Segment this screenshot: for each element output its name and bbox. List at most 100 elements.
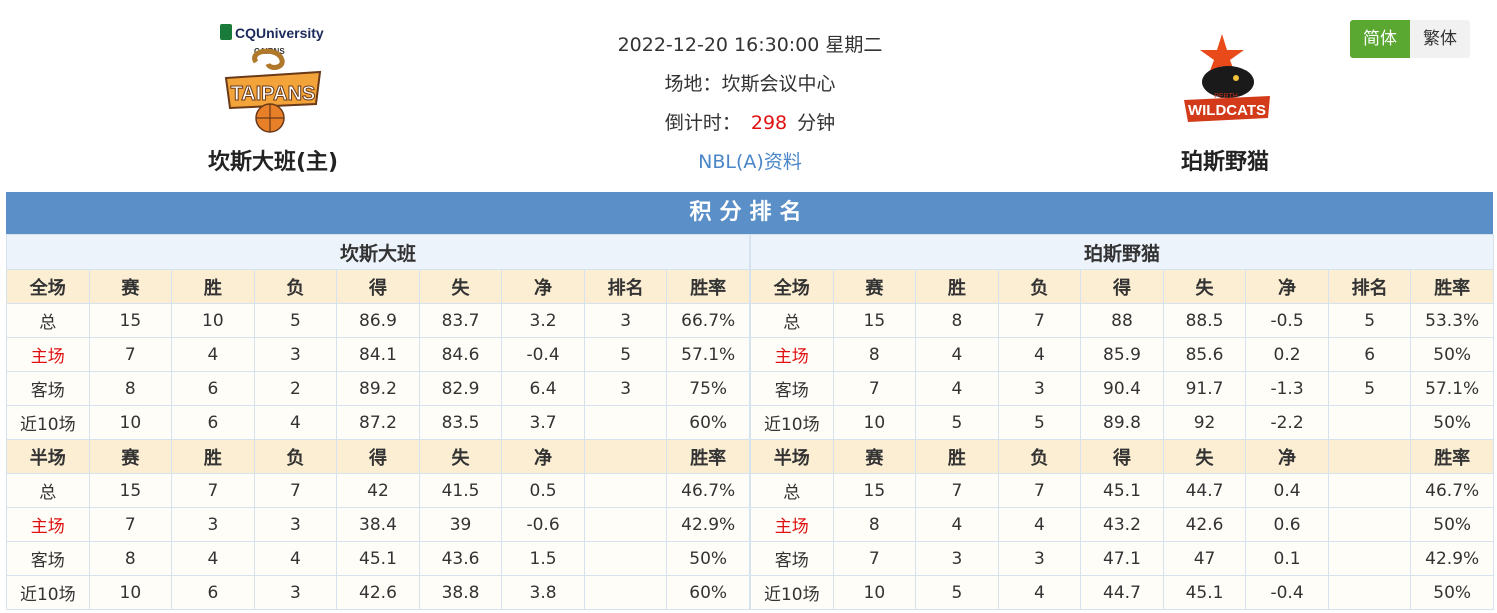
column-header: 失 [1162, 439, 1247, 474]
table-cell: 7 [997, 473, 1082, 508]
column-header: 得 [336, 439, 420, 474]
league-info-link[interactable]: NBL(A)资料 [600, 143, 900, 182]
column-header-row: 全场赛胜负得失净排名 胜率 [6, 269, 750, 304]
column-header: 负 [997, 439, 1082, 474]
column-header: 胜 [171, 439, 255, 474]
table-cell: 15 [88, 303, 173, 338]
match-countdown: 倒计时： 298 分钟 [600, 104, 900, 143]
taipans-logo-icon: CQUniversity CAIRNS TAIPANS [220, 24, 324, 133]
table-cell: 3 [997, 371, 1082, 406]
table-cell: 47.1 [1080, 541, 1164, 576]
standings-section-title: 积分排名 [6, 192, 1493, 234]
table-cell: 客场 [6, 541, 90, 576]
table-cell: 85.6 [1162, 337, 1247, 372]
table-cell: 5 [997, 405, 1082, 440]
table-row: 主场 7 4 3 84.1 84.6 -0.4 5 57.1% [6, 337, 750, 372]
table-cell: 7 [832, 541, 917, 576]
table-cell: 总 [6, 473, 90, 508]
column-header: 得 [336, 269, 420, 304]
table-cell: 总 [750, 303, 834, 338]
table-cell: 8 [88, 541, 173, 576]
table-cell: 15 [832, 473, 917, 508]
table-cell: 7 [171, 473, 255, 508]
table-cell: 41.5 [418, 473, 503, 508]
svg-text:WILDCATS: WILDCATS [1188, 102, 1266, 119]
table-cell: 近10场 [750, 575, 834, 610]
column-header: 胜 [915, 439, 999, 474]
table-cell [1327, 405, 1412, 440]
table-cell: 88.5 [1162, 303, 1247, 338]
table-cell: 7 [832, 371, 917, 406]
wildcats-logo-icon: PERTH WILDCATS [1184, 34, 1270, 122]
countdown-value: 298 [750, 112, 788, 134]
table-cell: 4 [915, 337, 999, 372]
table-row: 总 15 10 5 86.9 83.7 3.2 3 66.7% [6, 303, 750, 338]
match-info: 2022-12-20 16:30:00 星期二 场地：坎斯会议中心 倒计时： 29… [600, 26, 900, 182]
table-cell: 88 [1080, 303, 1164, 338]
away-team[interactable]: PERTH WILDCATS 珀斯野猫 [1095, 0, 1355, 176]
column-header: 失 [418, 269, 503, 304]
countdown-unit: 分钟 [797, 112, 836, 134]
home-team[interactable]: CQUniversity CAIRNS TAIPANS 坎斯大班(主) [143, 0, 403, 176]
column-header: 半场 [6, 439, 90, 474]
table-cell: 44.7 [1080, 575, 1164, 610]
table-cell: 7 [253, 473, 338, 508]
column-header: 胜 [171, 269, 255, 304]
column-header: 负 [997, 269, 1082, 304]
table-cell: 0.1 [1245, 541, 1329, 576]
table-cell: 4 [253, 541, 338, 576]
table-cell: 4 [915, 371, 999, 406]
table-cell: 总 [6, 303, 90, 338]
table-cell: 83.5 [418, 405, 503, 440]
table-cell: 42.6 [336, 575, 420, 610]
table-cell: 45.1 [1080, 473, 1164, 508]
table-cell: -2.2 [1245, 405, 1329, 440]
venue-label: 场地： [664, 73, 722, 95]
column-header [583, 439, 668, 474]
table-cell: 客场 [750, 541, 834, 576]
table-cell: 43.6 [418, 541, 503, 576]
simplified-chinese-button[interactable]: 简体 [1350, 20, 1410, 58]
table-cell: -0.5 [1245, 303, 1329, 338]
table-cell: 38.8 [418, 575, 503, 610]
column-header: 胜率 [1410, 269, 1494, 304]
table-cell: 4 [253, 405, 338, 440]
away-standings-table: 珀斯野猫 全场赛胜负得失净排名 胜率总 15 8 7 88 88.5 -0.5 5 53.3% 主场 8… [750, 234, 1494, 610]
table-cell: 43.2 [1080, 507, 1164, 542]
table-cell: 53.3% [1410, 303, 1494, 338]
match-venue: 场地：坎斯会议中心 [600, 65, 900, 104]
column-header: 半场 [750, 439, 834, 474]
table-cell: 89.2 [336, 371, 420, 406]
svg-text:TAIPANS: TAIPANS [231, 83, 316, 105]
table-cell: 4 [171, 337, 255, 372]
table-cell: 3.2 [501, 303, 585, 338]
table-cell: 91.7 [1162, 371, 1247, 406]
table-cell: 42 [336, 473, 420, 508]
table-cell: 3 [253, 337, 338, 372]
table-cell: 0.4 [1245, 473, 1329, 508]
table-row: 主场 8 4 4 85.9 85.6 0.2 6 50% [750, 337, 1494, 372]
table-cell: 82.9 [418, 371, 503, 406]
table-cell: -1.3 [1245, 371, 1329, 406]
table-cell: 3 [171, 507, 255, 542]
table-cell: 客场 [6, 371, 90, 406]
table-row: 客场 7 4 3 90.4 91.7 -1.3 5 57.1% [750, 371, 1494, 406]
table-cell: 86.9 [336, 303, 420, 338]
venue-value: 坎斯会议中心 [721, 73, 836, 95]
table-cell: 7 [88, 337, 173, 372]
table-cell: 0.2 [1245, 337, 1329, 372]
column-header: 负 [253, 269, 338, 304]
column-header: 赛 [832, 269, 917, 304]
column-header: 胜 [915, 269, 999, 304]
table-cell: 84.1 [336, 337, 420, 372]
match-datetime: 2022-12-20 16:30:00 星期二 [617, 34, 883, 56]
table-cell: 总 [750, 473, 834, 508]
table-row: 近10场 10 5 5 89.8 92 -2.2 50% [750, 405, 1494, 440]
table-cell: 0.6 [1245, 507, 1329, 542]
traditional-chinese-button[interactable]: 繁体 [1410, 20, 1470, 58]
table-cell: 15 [88, 473, 173, 508]
table-cell: 44.7 [1162, 473, 1247, 508]
table-row: 客场 8 4 4 45.1 43.6 1.5 50% [6, 541, 750, 576]
table-row: 客场 8 6 2 89.2 82.9 6.4 3 75% [6, 371, 750, 406]
table-cell: 60% [666, 405, 750, 440]
